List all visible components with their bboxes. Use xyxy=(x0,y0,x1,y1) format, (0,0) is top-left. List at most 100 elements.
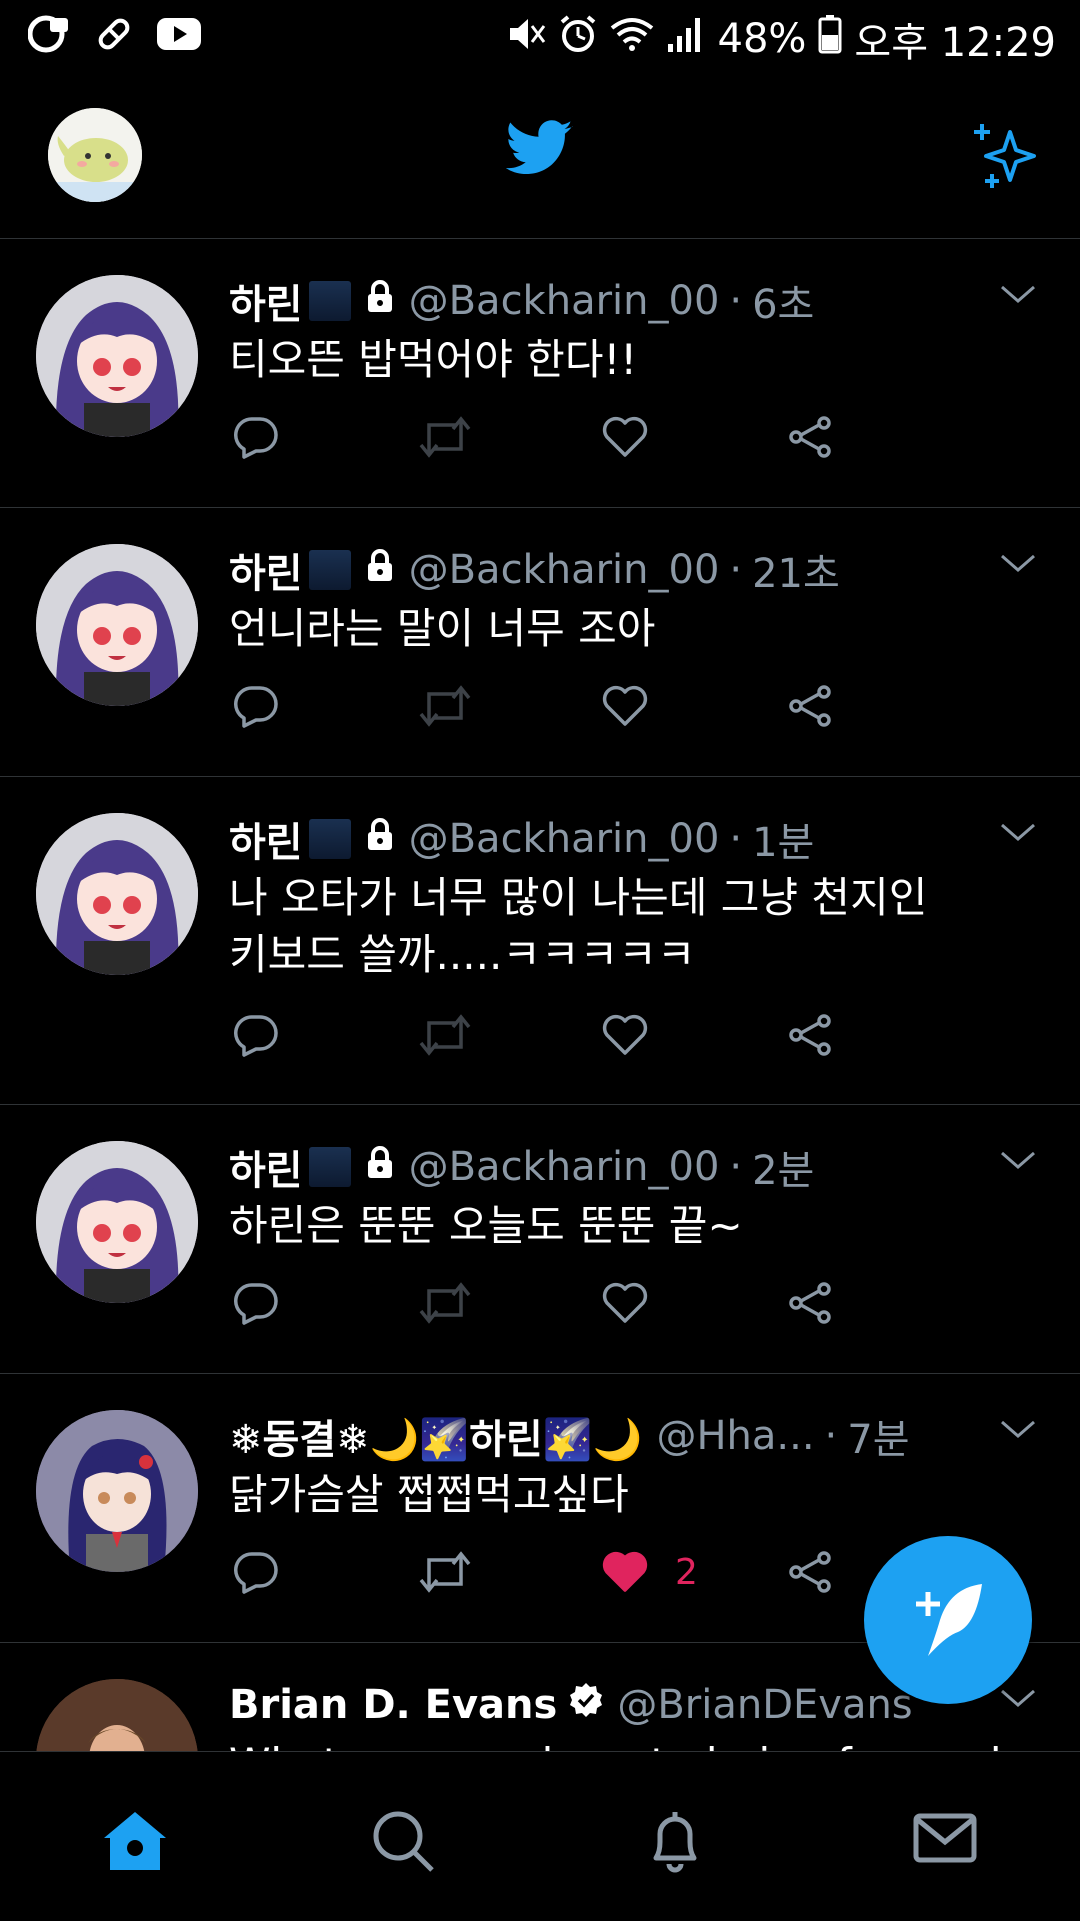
heart-icon xyxy=(602,1282,648,1323)
avatar[interactable] xyxy=(36,1141,198,1303)
reply-button[interactable] xyxy=(232,415,417,459)
tweet-actions xyxy=(232,1281,970,1325)
top-bar xyxy=(0,72,1080,239)
timestamp: 6초 xyxy=(752,282,815,328)
share-icon xyxy=(788,1282,831,1324)
retweet-icon xyxy=(419,416,470,458)
display-name: 하린 xyxy=(229,820,303,866)
timestamp: 7분 xyxy=(847,1417,910,1463)
display-name: ❄동결❄🌙🌠하린🌠🌙 xyxy=(229,1417,643,1463)
like-button[interactable] xyxy=(601,1013,786,1057)
tweet-actions xyxy=(232,1013,970,1057)
tweet[interactable]: 하린 @Backharin_00 · 2분 하린은 뚠뚠 오늘도 뚠뚠 끝~ xyxy=(0,1105,1080,1374)
like-button[interactable]: 2 xyxy=(601,1550,786,1594)
share-button[interactable] xyxy=(786,684,971,728)
mute-icon xyxy=(506,14,546,64)
separator-dot: · xyxy=(729,1144,743,1190)
lock-icon xyxy=(365,278,395,324)
notifications-icon[interactable] xyxy=(642,1808,708,1878)
compose-tweet-button[interactable] xyxy=(864,1536,1032,1704)
twitter-bird-icon[interactable] xyxy=(505,120,574,180)
retweet-button[interactable] xyxy=(417,684,602,728)
heart-icon xyxy=(602,1014,648,1055)
chevron-down-icon[interactable] xyxy=(998,1418,1038,1446)
avatar[interactable] xyxy=(36,1679,198,1751)
display-name: 하린 xyxy=(229,282,303,328)
reply-button[interactable] xyxy=(232,1013,417,1057)
avatar[interactable] xyxy=(36,1410,198,1572)
handle: @Backharin_00 xyxy=(408,816,720,862)
reply-button[interactable] xyxy=(232,1281,417,1325)
share-button[interactable] xyxy=(786,1281,971,1325)
retweet-button[interactable] xyxy=(417,1013,602,1057)
timestamp: 21초 xyxy=(752,551,840,597)
reply-icon xyxy=(234,686,278,728)
share-button[interactable] xyxy=(786,1013,971,1057)
tweet-actions xyxy=(232,415,970,459)
chevron-down-icon[interactable] xyxy=(998,1149,1038,1177)
clock: 오후 12:29 xyxy=(854,20,1056,66)
u-plus-icon xyxy=(27,14,72,58)
city-night-emoji-icon xyxy=(308,1147,351,1187)
tweet[interactable]: 하린 @Backharin_00 · 21초 언니라는 말이 너무 조아 xyxy=(0,508,1080,777)
share-button[interactable] xyxy=(786,415,971,459)
heart-icon xyxy=(602,416,648,457)
messages-icon[interactable] xyxy=(912,1808,978,1872)
retweet-button[interactable] xyxy=(417,1550,602,1594)
sparkle-icon[interactable] xyxy=(972,122,1042,196)
reply-icon xyxy=(234,1552,278,1594)
chevron-down-icon[interactable] xyxy=(998,283,1038,311)
search-icon[interactable] xyxy=(370,1808,436,1878)
timeline-feed[interactable]: 하린 @Backharin_00 · 6초 티오뜬 밥먹어야 한다!! 하린 @… xyxy=(0,239,1080,1751)
handle: @Hha... xyxy=(656,1413,815,1459)
share-icon xyxy=(788,1551,831,1593)
status-bar: 48% 오후 12:29 xyxy=(0,0,1080,72)
timestamp: 1분 xyxy=(752,820,815,866)
retweet-icon xyxy=(419,685,470,727)
alarm-icon xyxy=(558,14,598,64)
wifi-icon xyxy=(610,14,654,64)
city-night-emoji-icon xyxy=(308,819,351,859)
share-icon xyxy=(788,1014,831,1056)
reply-icon xyxy=(234,1015,278,1057)
retweet-icon xyxy=(419,1551,470,1593)
retweet-icon xyxy=(419,1014,470,1056)
avatar[interactable] xyxy=(36,813,198,975)
bottom-nav xyxy=(0,1751,1080,1921)
tweet-actions xyxy=(232,684,970,728)
reply-icon xyxy=(234,1283,278,1325)
avatar[interactable] xyxy=(36,544,198,706)
separator-dot: · xyxy=(729,547,743,593)
display-name: Brian D. Evans xyxy=(229,1682,558,1728)
like-button[interactable] xyxy=(601,1281,786,1325)
tweet[interactable]: 하린 @Backharin_00 · 1분 나 오타가 너무 많이 나는데 그냥… xyxy=(0,777,1080,1105)
youtube-icon xyxy=(156,17,202,55)
separator-dot: · xyxy=(729,816,743,862)
like-button[interactable] xyxy=(601,415,786,459)
chevron-down-icon[interactable] xyxy=(998,821,1038,849)
tweet-text: 하린은 뚠뚠 오늘도 뚠뚠 끝~ xyxy=(229,1201,743,1250)
heart-icon xyxy=(602,685,648,726)
profile-avatar[interactable] xyxy=(48,108,142,202)
display-name: 하린 xyxy=(229,551,303,597)
retweet-icon xyxy=(419,1282,470,1324)
retweet-button[interactable] xyxy=(417,1281,602,1325)
city-night-emoji-icon xyxy=(308,550,351,590)
display-name: 하린 xyxy=(229,1148,303,1194)
reply-icon xyxy=(234,417,278,459)
reply-button[interactable] xyxy=(232,684,417,728)
like-count: 2 xyxy=(675,1551,698,1593)
city-night-emoji-icon xyxy=(308,281,351,321)
heart-filled-icon xyxy=(602,1551,648,1592)
tweet[interactable]: 하린 @Backharin_00 · 6초 티오뜬 밥먹어야 한다!! xyxy=(0,239,1080,508)
tweet-text: 언니라는 말이 너무 조아 xyxy=(229,604,656,653)
pill-icon xyxy=(94,14,134,58)
signal-icon xyxy=(666,14,706,64)
timestamp: 2분 xyxy=(752,1148,815,1194)
like-button[interactable] xyxy=(601,684,786,728)
home-icon[interactable] xyxy=(100,1808,170,1878)
chevron-down-icon[interactable] xyxy=(998,552,1038,580)
reply-button[interactable] xyxy=(232,1550,417,1594)
retweet-button[interactable] xyxy=(417,415,602,459)
avatar[interactable] xyxy=(36,275,198,437)
